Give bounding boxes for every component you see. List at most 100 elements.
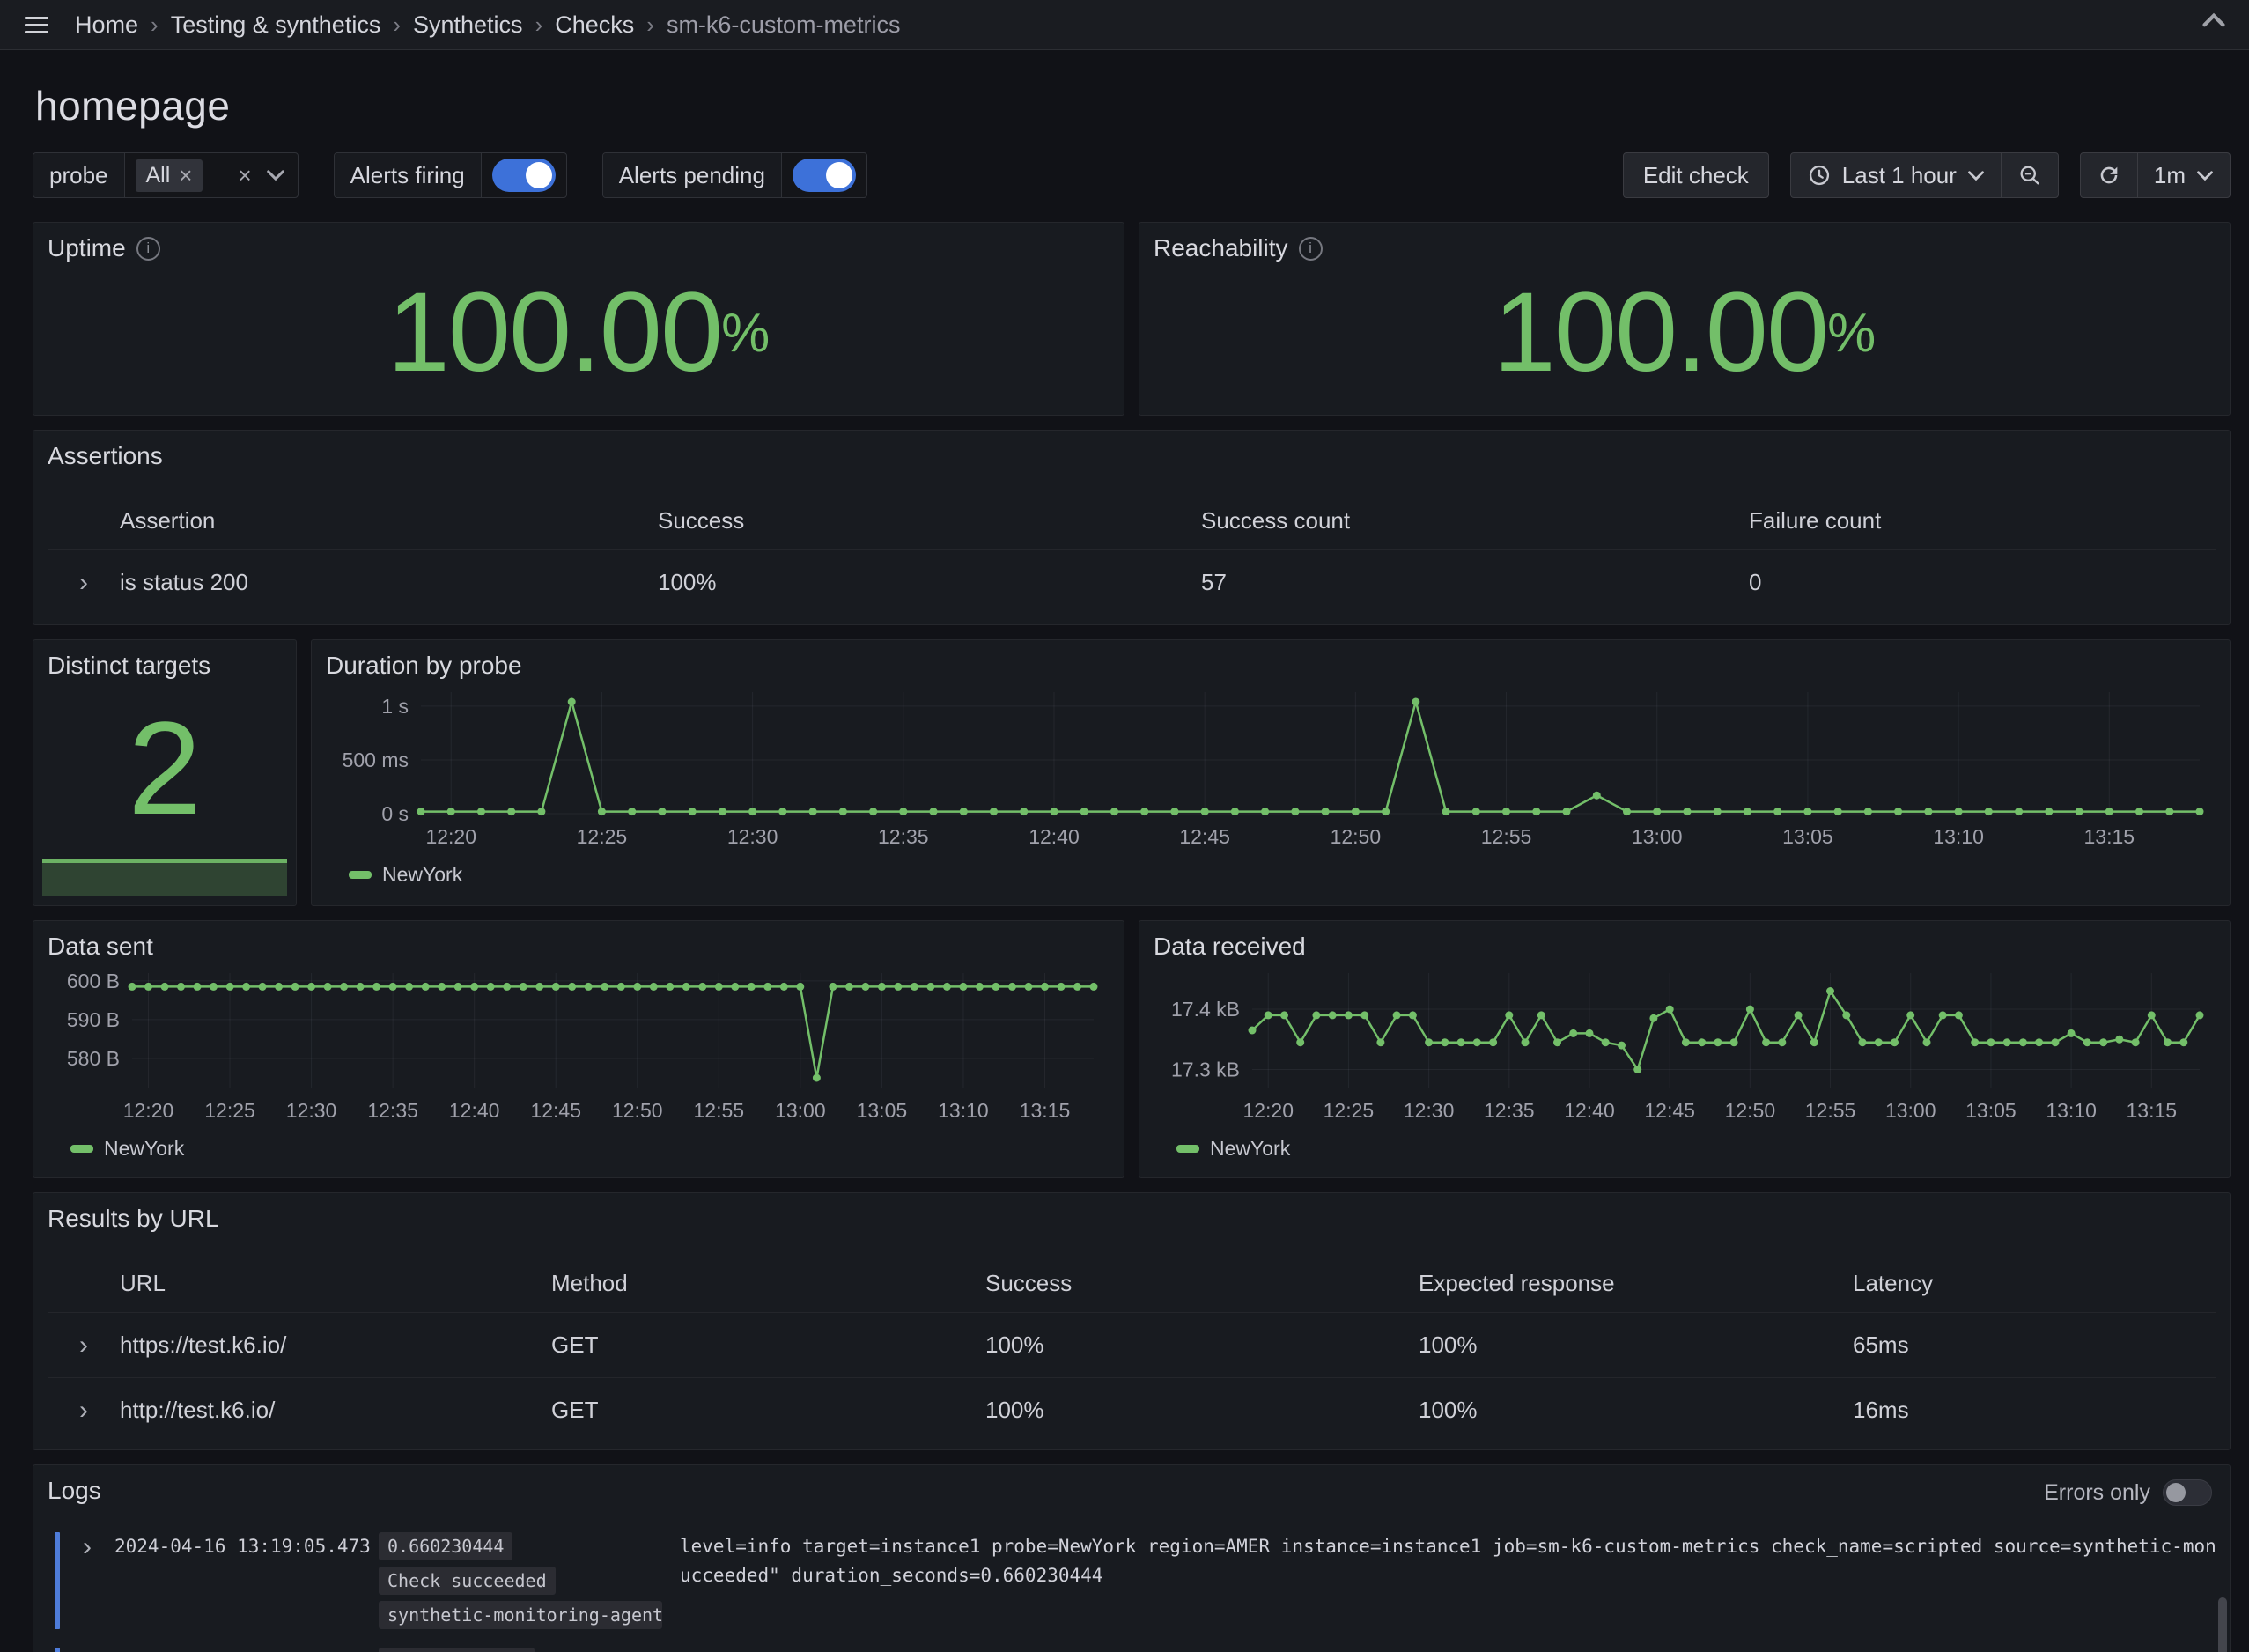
expand-row-button[interactable] bbox=[79, 568, 88, 598]
expand-row-button[interactable] bbox=[79, 1396, 88, 1426]
refresh-group: 1m bbox=[2080, 152, 2231, 198]
breadcrumb-current-page: sm-k6-custom-metrics bbox=[667, 11, 901, 39]
log-timestamp: 2024-04-16 13:19:05.473 bbox=[114, 1532, 368, 1561]
errors-only-toggle[interactable] bbox=[2163, 1479, 2212, 1506]
log-row: 2024-04-16 13:19:05.473 0.660230444 Chec… bbox=[48, 1524, 2216, 1640]
menu-toggle-button[interactable] bbox=[25, 12, 48, 38]
log-badge: 0.660230444 bbox=[379, 1532, 512, 1560]
failure-count-cell: 0 bbox=[1749, 569, 2216, 596]
logs-scrollbar[interactable] bbox=[2218, 1597, 2227, 1652]
results-by-url-title: Results by URL bbox=[48, 1205, 219, 1233]
expand-log-button[interactable] bbox=[83, 1648, 92, 1652]
data-sent-title: Data sent bbox=[48, 933, 153, 961]
duration-panel-title: Duration by probe bbox=[326, 652, 522, 680]
svg-text:13:00: 13:00 bbox=[1632, 825, 1683, 848]
assertion-cell: is status 200 bbox=[120, 569, 658, 596]
log-badge: is status 200 bbox=[379, 1648, 535, 1652]
svg-text:12:25: 12:25 bbox=[1324, 1099, 1375, 1122]
series-label[interactable]: NewYork bbox=[1210, 1137, 1290, 1161]
latency-cell: 65ms bbox=[1853, 1331, 2216, 1359]
uptime-panel: Uptime 100.00 % bbox=[33, 222, 1124, 416]
refresh-interval-dropdown[interactable]: 1m bbox=[2137, 153, 2230, 197]
column-header-latency[interactable]: Latency bbox=[1853, 1270, 2216, 1297]
zoom-out-time-button[interactable] bbox=[2001, 153, 2058, 197]
url-cell: https://test.k6.io/ bbox=[120, 1331, 551, 1359]
svg-text:12:35: 12:35 bbox=[367, 1099, 418, 1122]
alerts-pending-toggle[interactable] bbox=[793, 159, 856, 192]
table-row: is status 200 100% 57 0 bbox=[48, 549, 2216, 615]
log-badge: Check succeeded bbox=[379, 1567, 556, 1595]
top-nav: Home Testing & synthetics Synthetics Che… bbox=[0, 0, 2249, 50]
reachability-unit: % bbox=[1827, 302, 1876, 365]
series-label[interactable]: NewYork bbox=[104, 1137, 184, 1161]
log-field-badges: 0.660230444 Check succeeded synthetic-mo… bbox=[379, 1532, 669, 1629]
column-header-failure-count[interactable]: Failure count bbox=[1749, 507, 2216, 535]
alerts-firing-toggle[interactable] bbox=[492, 159, 556, 192]
data-received-title: Data received bbox=[1154, 933, 1306, 961]
column-header-assertion[interactable]: Assertion bbox=[120, 507, 658, 535]
column-header-url[interactable]: URL bbox=[120, 1270, 551, 1297]
data-received-chart[interactable]: 12:2012:2512:3012:3512:4012:4512:5012:55… bbox=[1154, 961, 2216, 1130]
distinct-targets-gauge-bar bbox=[42, 859, 287, 896]
page-title: homepage bbox=[35, 82, 2231, 129]
log-level-bar bbox=[55, 1532, 60, 1629]
logs-panel: Logs Errors only 2024-04-16 13:19:05.473… bbox=[33, 1464, 2231, 1652]
svg-text:13:10: 13:10 bbox=[1933, 825, 1984, 848]
data-sent-chart[interactable]: 12:2012:2512:3012:3512:4012:4512:5012:55… bbox=[48, 961, 1110, 1130]
uptime-panel-title: Uptime bbox=[48, 234, 126, 262]
svg-text:0 s: 0 s bbox=[381, 802, 409, 825]
column-header-success[interactable]: Success bbox=[658, 507, 1201, 535]
svg-text:13:10: 13:10 bbox=[2046, 1099, 2097, 1122]
alerts-firing-label: Alerts firing bbox=[335, 153, 482, 197]
log-list: 2024-04-16 13:19:05.473 0.660230444 Chec… bbox=[48, 1524, 2216, 1652]
expand-log-button[interactable] bbox=[83, 1532, 92, 1562]
breadcrumb-checks[interactable]: Checks bbox=[555, 11, 634, 39]
time-range-picker[interactable]: Last 1 hour bbox=[1791, 153, 2001, 197]
probe-filter: probe All bbox=[33, 152, 299, 198]
svg-text:12:55: 12:55 bbox=[694, 1099, 745, 1122]
breadcrumb-separator bbox=[646, 11, 654, 39]
column-header-success-count[interactable]: Success count bbox=[1201, 507, 1749, 535]
column-header-method[interactable]: Method bbox=[551, 1270, 985, 1297]
chevron-down-icon bbox=[2196, 170, 2214, 181]
svg-text:600 B: 600 B bbox=[67, 970, 120, 992]
info-icon[interactable] bbox=[1299, 237, 1323, 261]
svg-text:17.4 kB: 17.4 kB bbox=[1171, 998, 1240, 1021]
column-header-expected-response[interactable]: Expected response bbox=[1419, 1270, 1853, 1297]
svg-text:12:45: 12:45 bbox=[1179, 825, 1230, 848]
duration-chart[interactable]: 12:2012:2512:3012:3512:4012:4512:5012:55… bbox=[326, 680, 2216, 856]
svg-text:12:20: 12:20 bbox=[1242, 1099, 1294, 1122]
chevron-down-icon[interactable] bbox=[266, 169, 285, 181]
refresh-button[interactable] bbox=[2081, 153, 2137, 197]
table-row: http://test.k6.io/ GET 100% 100% 16ms bbox=[48, 1377, 2216, 1442]
log-badge: synthetic-monitoring-agent bbox=[379, 1601, 662, 1629]
log-field-badges: is status 200 checks_total check result … bbox=[379, 1648, 669, 1652]
svg-text:13:00: 13:00 bbox=[1885, 1099, 1936, 1122]
expected-response-cell: 100% bbox=[1419, 1397, 1853, 1424]
svg-text:12:45: 12:45 bbox=[530, 1099, 581, 1122]
breadcrumb-synthetics[interactable]: Synthetics bbox=[413, 11, 523, 39]
edit-check-button[interactable]: Edit check bbox=[1623, 152, 1769, 198]
breadcrumb-separator bbox=[151, 11, 159, 39]
clear-probe-filter-icon[interactable] bbox=[238, 164, 251, 187]
collapse-nav-button[interactable] bbox=[2201, 12, 2226, 31]
svg-text:13:10: 13:10 bbox=[938, 1099, 989, 1122]
breadcrumb-testing-synthetics[interactable]: Testing & synthetics bbox=[171, 11, 381, 39]
svg-text:580 B: 580 B bbox=[67, 1047, 120, 1070]
probe-value-chip[interactable]: All bbox=[136, 159, 203, 192]
assertions-table-header: Assertion Success Success count Failure … bbox=[48, 491, 2216, 549]
remove-probe-value-icon[interactable] bbox=[179, 164, 192, 187]
expand-row-button[interactable] bbox=[79, 1331, 88, 1361]
series-label[interactable]: NewYork bbox=[382, 863, 462, 887]
breadcrumb-home[interactable]: Home bbox=[75, 11, 138, 39]
chart-legend: NewYork bbox=[349, 863, 2216, 887]
svg-text:12:25: 12:25 bbox=[577, 825, 628, 848]
assertions-panel-title: Assertions bbox=[48, 442, 163, 470]
info-icon[interactable] bbox=[136, 237, 160, 261]
chart-legend: NewYork bbox=[70, 1137, 1110, 1161]
svg-text:1 s: 1 s bbox=[381, 695, 409, 718]
column-header-success[interactable]: Success bbox=[985, 1270, 1419, 1297]
series-swatch bbox=[349, 871, 372, 879]
svg-text:12:50: 12:50 bbox=[1331, 825, 1382, 848]
svg-text:13:15: 13:15 bbox=[2127, 1099, 2178, 1122]
